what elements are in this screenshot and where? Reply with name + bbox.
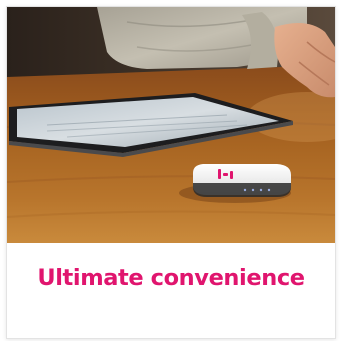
card-caption: Ultimate convenience [7,243,335,338]
card-title[interactable]: Ultimate convenience [7,265,335,291]
feature-photo [7,7,335,243]
feature-card[interactable]: Ultimate convenience [6,6,336,339]
device-logo-icon [218,169,233,179]
feature-photo-illustration [7,7,335,243]
